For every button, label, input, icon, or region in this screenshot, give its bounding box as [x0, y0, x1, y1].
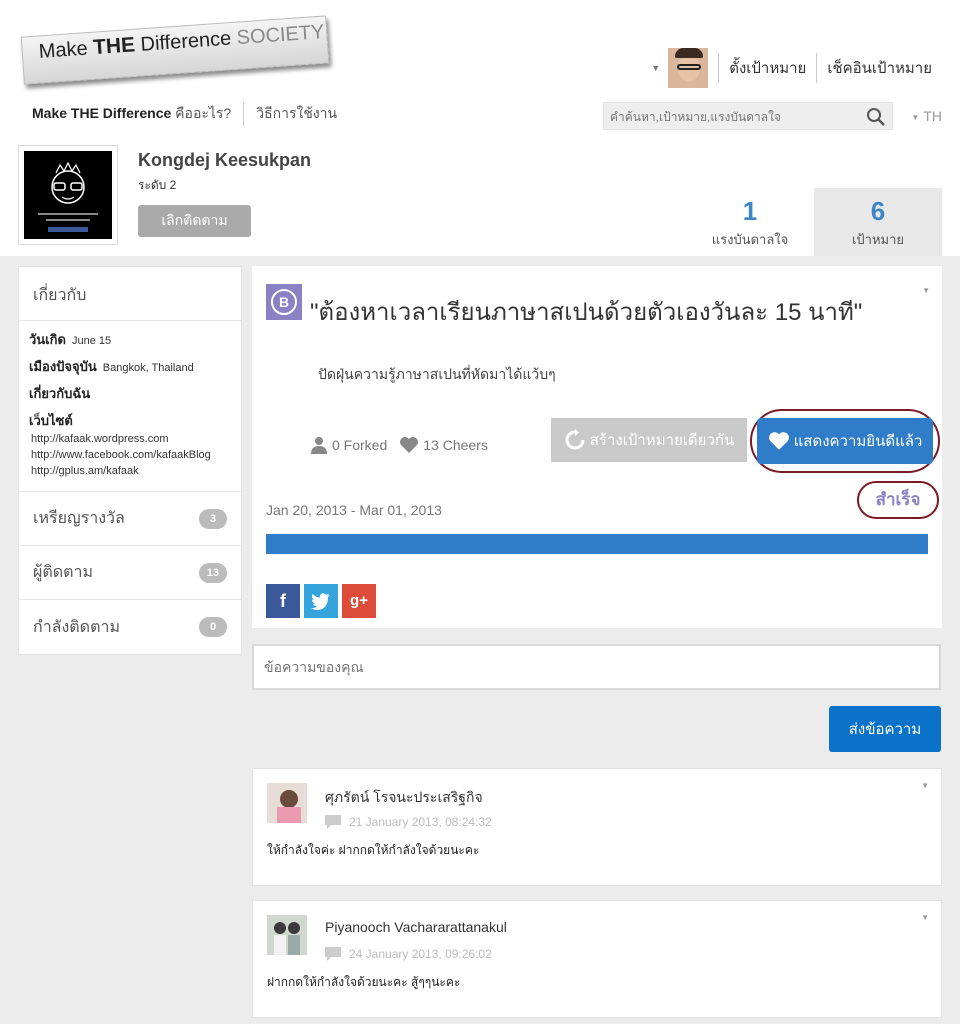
site-logo[interactable]: Make THE Difference SOCIETY [20, 15, 332, 85]
stat-inspirations[interactable]: 1 แรงบันดาลใจ [686, 188, 814, 256]
commenter-name[interactable]: Piyanooch Vachararattanakul [325, 919, 507, 935]
goal-progress-bar [266, 534, 928, 554]
nav-howto-link[interactable]: วิธีการใช้งาน [256, 103, 337, 125]
chevron-down-icon[interactable]: ▼ [922, 286, 930, 295]
sidebar-heading: เกี่ยวกับ [19, 267, 241, 321]
profile-level: ระดับ 2 [138, 178, 177, 192]
profile-name: Kongdej Keesukpan [138, 150, 312, 170]
user-menu: ▼ ตั้งเป้าหมาย เช็คอินเป้าหมาย [651, 48, 932, 88]
commenter-avatar[interactable] [267, 915, 307, 955]
goal-counts: 0 Forked 13 Cheers [310, 436, 488, 454]
heart-icon [768, 432, 789, 450]
main-content: เกี่ยวกับ วันเกิด June 15 เมืองปัจจุบัน Ba… [0, 256, 960, 1024]
googleplus-share-icon[interactable]: g+ [342, 584, 376, 618]
nav-about-link[interactable]: Make THE Difference คืออะไร? [32, 103, 231, 125]
search-input[interactable] [610, 107, 860, 127]
profile-avatar[interactable] [18, 145, 118, 245]
goal-date-range: Jan 20, 2013 - Mar 01, 2013 [266, 502, 442, 518]
refresh-icon [565, 429, 585, 450]
chevron-down-icon[interactable]: ▼ [921, 913, 929, 922]
comment-item: Piyanooch Vachararattanakul 24 January 2… [252, 900, 942, 1018]
comment-bubble-icon [325, 947, 341, 961]
website-link[interactable]: http://www.facebook.com/kafaakBlog [31, 449, 231, 461]
cheer-count: 13 Cheers [423, 437, 488, 453]
facebook-share-icon[interactable]: f [266, 584, 300, 618]
unfollow-button[interactable]: เลิกติดตาม [138, 205, 251, 237]
cheer-button[interactable]: แสดงความยินดีแล้ว [757, 418, 933, 464]
search-box [603, 102, 893, 130]
set-goal-link[interactable]: ตั้งเป้าหมาย [729, 56, 806, 80]
comment-text: ฝากกดให้กำลังใจด้วยนะคะ สู้ๆๆนะคะ [267, 975, 461, 989]
goal-category-icon: B [266, 284, 302, 320]
commenter-avatar[interactable] [267, 783, 307, 823]
birthday-value: June 15 [71, 335, 112, 347]
chevron-down-icon: ▼ [911, 112, 920, 122]
fork-count: 0 Forked [332, 437, 388, 453]
city-value: Bangkok, Thailand [102, 362, 194, 374]
comment-bubble-icon [325, 815, 341, 829]
stat-goals[interactable]: 6 เป้าหมาย [814, 188, 942, 256]
about-section: วันเกิด June 15 เมืองปัจจุบัน Bangkok, Tha… [19, 321, 241, 492]
website-link[interactable]: http://gplus.am/kafaak [31, 465, 231, 477]
goal-card: B "ต้องหาเวลาเรียนภาษาสเปนด้วยตัวเองวันล… [252, 266, 942, 628]
commenter-name[interactable]: ศุภรัตน์ โรจนะประเสริฐกิจ [325, 787, 483, 809]
comment-item: ศุภรัตน์ โรจนะประเสริฐกิจ 21 January 201… [252, 768, 942, 886]
chevron-down-icon[interactable]: ▼ [651, 63, 660, 73]
sidebar-item-followers[interactable]: ผู้ติดตาม 13 [19, 546, 241, 600]
nav-divider [243, 102, 245, 126]
heart-icon [400, 437, 419, 453]
count-badge: 3 [199, 508, 227, 529]
search-icon[interactable] [866, 107, 886, 127]
highlight-ring: แสดงความยินดีแล้ว [750, 409, 940, 473]
chevron-down-icon[interactable]: ▼ [921, 781, 929, 790]
fork-goal-button[interactable]: สร้างเป้าหมายเดียวกัน [551, 418, 747, 462]
comment-timestamp: 21 January 2013, 08:24:32 [325, 815, 492, 829]
count-badge: 13 [198, 562, 227, 583]
person-icon [311, 437, 327, 454]
goal-title: "ต้องหาเวลาเรียนภาษาสเปนด้วยตัวเองวันละ … [310, 299, 863, 326]
comment-text: ให้กำลังใจค่ะ ฝากกดให้กำลังใจด้วยนะคะ [267, 843, 480, 857]
comment-timestamp: 24 January 2013, 09:26:02 [325, 947, 492, 961]
twitter-share-icon[interactable] [304, 584, 338, 618]
message-input[interactable] [252, 644, 941, 690]
send-message-button[interactable]: ส่งข้อความ [829, 706, 941, 752]
goal-description: ปัดฝุ่นความรู้ภาษาสเปนที่หัดมาได้แว้บๆ [318, 366, 556, 382]
website-link[interactable]: http://kafaak.wordpress.com [31, 433, 231, 445]
top-nav: Make THE Difference คืออะไร? วิธีการใช้ง… [32, 102, 337, 126]
language-selector[interactable]: ▼ TH [911, 108, 942, 124]
goal-status-badge: สำเร็จ [857, 481, 939, 519]
user-avatar[interactable] [668, 48, 709, 88]
sidebar-item-following[interactable]: กำลังติดตาม 0 [19, 600, 241, 654]
profile-avatar-art [38, 161, 98, 232]
checkin-goal-link[interactable]: เช็คอินเป้าหมาย [827, 56, 932, 80]
sidebar-item-medals[interactable]: เหรียญรางวัล 3 [19, 492, 241, 546]
twitter-bird-icon [311, 593, 330, 610]
profile-sidebar: เกี่ยวกับ วันเกิด June 15 เมืองปัจจุบัน Ba… [18, 266, 242, 655]
share-buttons: f g+ [266, 584, 380, 618]
count-badge: 0 [199, 617, 227, 637]
